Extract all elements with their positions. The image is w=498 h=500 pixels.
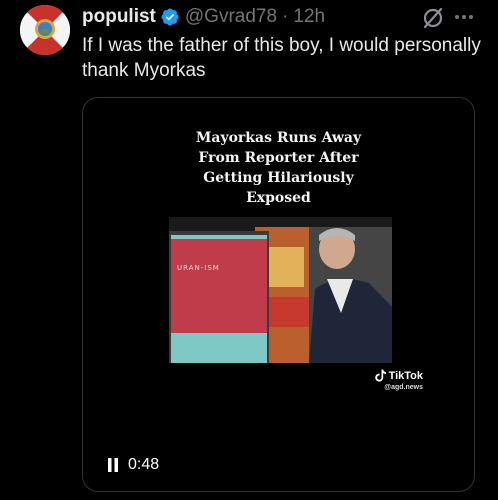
user-handle[interactable]: @Gvrad78 bbox=[185, 6, 277, 28]
grok-icon[interactable] bbox=[421, 6, 445, 30]
tiktok-watermark: TikTok @agd.news bbox=[333, 369, 423, 391]
video-player[interactable]: Mayorkas Runs Away From Reporter After G… bbox=[82, 97, 475, 492]
tweet-text: If I was the father of this boy, I would… bbox=[82, 35, 481, 81]
video-frame: URAN-ISM bbox=[169, 217, 392, 363]
more-options-icon[interactable] bbox=[453, 6, 475, 28]
video-controls: 0:48 bbox=[107, 454, 159, 476]
verified-badge-icon bbox=[161, 8, 179, 26]
video-title-overlay: Mayorkas Runs Away From Reporter After G… bbox=[195, 130, 362, 206]
tiktok-brand-label: TikTok bbox=[388, 369, 423, 382]
sign-text: URAN-ISM bbox=[177, 264, 220, 272]
tiktok-logo-icon bbox=[374, 369, 386, 382]
separator-dot: · bbox=[282, 6, 289, 27]
tiktok-handle: @agd.news bbox=[384, 384, 423, 391]
video-duration: 0:48 bbox=[128, 456, 160, 473]
avatar[interactable] bbox=[20, 5, 70, 55]
display-name[interactable]: populist bbox=[82, 6, 156, 28]
timestamp[interactable]: 12h bbox=[293, 6, 325, 28]
pause-icon[interactable] bbox=[107, 458, 119, 472]
